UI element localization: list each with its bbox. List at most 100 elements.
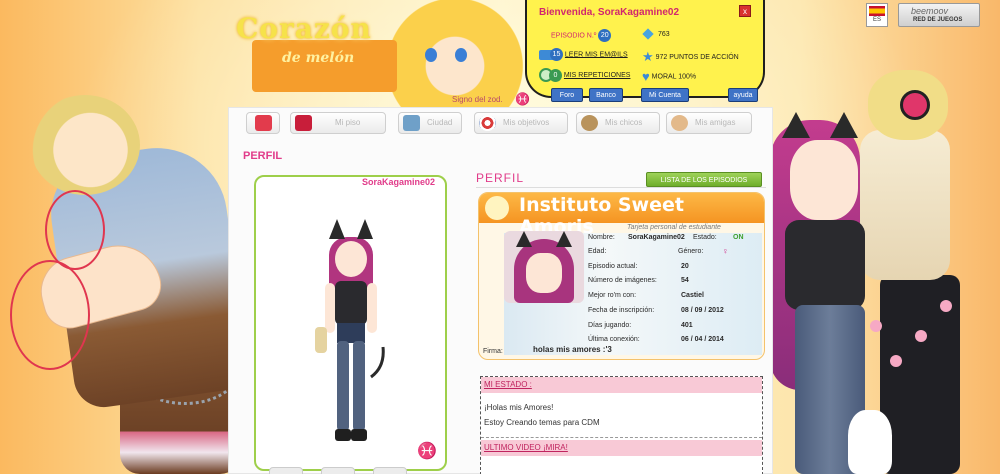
target-icon: [479, 115, 496, 131]
cat-ear: [830, 112, 858, 138]
sofa-icon: [295, 115, 312, 131]
mail-count-badge: 15: [549, 48, 563, 61]
help-button[interactable]: ayuda: [728, 88, 758, 102]
field-value: 20: [681, 263, 689, 270]
signature-label: Firma:: [483, 348, 503, 355]
cat-ear: [782, 112, 810, 138]
field-label: Mejor ro'm con:: [588, 292, 637, 299]
right-girl-body: [785, 220, 865, 310]
field-label: Número de imágenes:: [588, 277, 657, 284]
star-icon: ★: [642, 49, 654, 64]
my-account-button[interactable]: Mi Cuenta: [641, 88, 689, 102]
field-label: Nombre:: [588, 234, 615, 241]
eye: [425, 48, 437, 62]
moral-value: MORAL 100%: [651, 73, 697, 81]
logo-subtitle: de melón: [282, 50, 355, 66]
logo-background: [252, 40, 397, 92]
avatar-box: SoraKagamine02 ♓: [254, 175, 447, 471]
repetition-count-badge: 0: [548, 68, 562, 82]
tab-mis-amigas[interactable]: Mis amigas: [666, 112, 752, 134]
eye: [455, 48, 467, 62]
moral-row: ♥ MORAL 100%: [642, 69, 696, 84]
tab-mis-objetivos[interactable]: Mis objetivos: [474, 112, 568, 134]
tab-mis-chicos[interactable]: Mis chicos: [576, 112, 660, 134]
money-row: 763: [642, 28, 670, 40]
headphones-decoration: [900, 90, 930, 120]
blossom: [915, 330, 927, 342]
field-value: Castiel: [681, 292, 704, 299]
status-value: ON: [733, 234, 744, 241]
status-line: ¡Holas mis Amores!: [484, 403, 554, 412]
language-selector[interactable]: ES: [866, 3, 888, 27]
boy-icon: [581, 115, 598, 131]
field-value: SoraKagamine02: [628, 234, 685, 241]
video-title[interactable]: ULTIMO VIDEO ¡MIRA!: [481, 440, 762, 456]
cable-decoration: [45, 190, 105, 270]
tab-label: Mis chicos: [605, 118, 643, 127]
field-label: Edad:: [588, 248, 607, 255]
action-points-row: ★ 972 PUNTOS DE ACCIÓN: [642, 49, 739, 65]
right-boy-body: [860, 130, 950, 280]
bank-button[interactable]: Banco: [589, 88, 623, 102]
tab-ciudad[interactable]: Ciudad: [398, 112, 462, 134]
episode-badge: 20: [598, 29, 612, 42]
home-icon: [255, 115, 272, 131]
gender-icon: ♀: [722, 246, 729, 256]
field-label: Episodio actual:: [588, 263, 638, 270]
cat-ear: [516, 231, 532, 247]
tab-label: Mi piso: [335, 118, 361, 127]
blossom: [870, 320, 882, 332]
section-title: PERFIL: [243, 150, 283, 162]
close-icon[interactable]: x: [739, 5, 751, 17]
status-line: Estoy Creando temas para CDM: [484, 418, 600, 427]
episodes-list-button[interactable]: LISTA DE LOS EPISODIOS: [646, 172, 762, 187]
logo[interactable]: Corazón: [236, 12, 396, 45]
repetitions-row[interactable]: 0 MIS REPETICIONES: [539, 68, 630, 82]
beemoov-link[interactable]: beemoov RED DE JUEGOS: [898, 3, 980, 27]
blossom: [890, 355, 902, 367]
cat-ear: [556, 231, 572, 247]
zodiac-label: Signo del zod.: [452, 95, 503, 104]
heart-icon: ♥: [642, 69, 650, 84]
cable-decoration: [10, 260, 90, 370]
welcome-text: Bienvenida, SoraKagamine02: [539, 7, 680, 18]
tab-label: Ciudad: [427, 118, 453, 127]
card-subtitle: Tarjeta personal de estudiante: [627, 224, 721, 231]
avatar-tab[interactable]: [321, 467, 355, 474]
episode-row: EPISODIO N.º 20: [551, 29, 612, 42]
tab-label: Mis amigas: [695, 118, 736, 127]
language-code: ES: [872, 17, 881, 23]
repetitions-link[interactable]: MIS REPETICIONES: [564, 72, 631, 79]
forum-button[interactable]: Foro: [551, 88, 583, 102]
tab-home[interactable]: [246, 112, 280, 134]
avatar-tab[interactable]: [373, 467, 407, 474]
read-mails-link[interactable]: LEER MIS EM@ILS: [565, 51, 628, 58]
field-value: 401: [681, 322, 693, 329]
money-value: 763: [657, 30, 670, 38]
user-panel: Bienvenida, SoraKagamine02 x EPISODIO N.…: [525, 0, 765, 98]
pisces-icon: ♓: [515, 92, 530, 106]
field-value: 06 / 04 / 2014: [681, 336, 724, 343]
cupcake-icon: [485, 196, 509, 220]
field-label: Días jugando:: [588, 322, 632, 329]
status-box: MI ESTADO : ¡Holas mis Amores! Estoy Cre…: [480, 376, 763, 474]
tab-mi-piso[interactable]: Mi piso: [290, 112, 386, 134]
right-girl-face: [790, 140, 858, 220]
beemoov-logo: beemoov: [911, 6, 949, 16]
profile-title: PERFIL: [476, 171, 525, 185]
field-label: Estado:: [693, 234, 717, 241]
girl-icon: [671, 115, 688, 131]
main-panel: Mi piso Ciudad Mis objetivos Mis chicos …: [228, 107, 773, 474]
left-character-head: [30, 95, 140, 195]
diamond-icon: [642, 28, 654, 40]
navigation-bar: Mi piso Ciudad Mis objetivos Mis chicos …: [243, 110, 763, 136]
episode-label: EPISODIO N.º: [551, 32, 597, 40]
field-value: 54: [681, 277, 689, 284]
field-label: Género:: [678, 248, 704, 255]
field-label: Fecha de inscripción:: [588, 307, 655, 314]
avatar-figure: [315, 219, 385, 441]
avatar-tab[interactable]: [269, 467, 303, 474]
bunny-decoration: [848, 410, 892, 474]
field-value: 08 / 09 / 2012: [681, 307, 724, 314]
mail-row[interactable]: 15 LEER MIS EM@ILS: [539, 48, 628, 61]
